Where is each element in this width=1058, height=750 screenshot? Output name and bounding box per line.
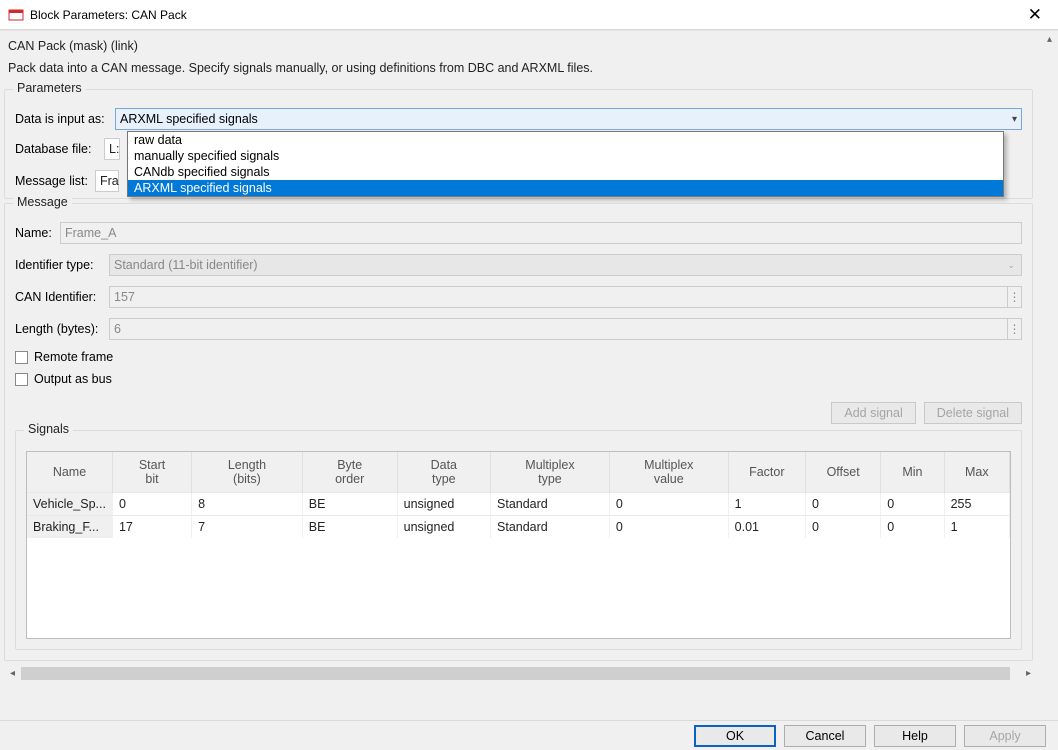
option-candb-specified[interactable]: CANdb specified signals bbox=[128, 164, 1003, 180]
close-button[interactable]: ✕ bbox=[1020, 5, 1050, 25]
cell-dtype[interactable]: unsigned bbox=[397, 516, 490, 539]
cell-factor[interactable]: 1 bbox=[728, 493, 805, 516]
remote-frame-checkbox[interactable] bbox=[15, 351, 28, 364]
output-as-bus-checkbox[interactable] bbox=[15, 373, 28, 386]
window-title: Block Parameters: CAN Pack bbox=[30, 8, 187, 22]
mask-link-text: CAN Pack (mask) (link) bbox=[8, 39, 1033, 53]
length-more-button[interactable]: ⋮ bbox=[1008, 318, 1022, 340]
option-arxml-specified[interactable]: ARXML specified signals bbox=[128, 180, 1003, 196]
col-offset[interactable]: Offset bbox=[805, 452, 880, 493]
table-row[interactable]: Vehicle_Sp... 0 8 BE unsigned Standard 0… bbox=[27, 493, 1010, 516]
scroll-left-icon[interactable]: ◂ bbox=[4, 665, 21, 682]
cell-offset[interactable]: 0 bbox=[805, 493, 880, 516]
remote-frame-label: Remote frame bbox=[34, 350, 113, 364]
cell-max[interactable]: 255 bbox=[944, 493, 1009, 516]
parameters-group-label: Parameters bbox=[13, 81, 86, 95]
cancel-button[interactable]: Cancel bbox=[784, 725, 866, 747]
identifier-type-select: Standard (11-bit identifier) ⌄ bbox=[109, 254, 1022, 276]
col-multiplex-value[interactable]: Multiplexvalue bbox=[609, 452, 728, 493]
length-label: Length (bytes): bbox=[15, 322, 109, 336]
col-min[interactable]: Min bbox=[881, 452, 944, 493]
cell-name[interactable]: Braking_F... bbox=[27, 516, 112, 539]
scroll-track[interactable] bbox=[21, 665, 1020, 682]
can-identifier-value: 157 bbox=[114, 290, 135, 304]
cell-max[interactable]: 1 bbox=[944, 516, 1009, 539]
chevron-down-icon: ▾ bbox=[1012, 114, 1017, 125]
scroll-up-arrow[interactable]: ▴ bbox=[1041, 31, 1058, 48]
message-group-label: Message bbox=[13, 195, 72, 209]
col-max[interactable]: Max bbox=[944, 452, 1009, 493]
cell-factor[interactable]: 0.01 bbox=[728, 516, 805, 539]
col-start-bit[interactable]: Startbit bbox=[112, 452, 191, 493]
signals-table[interactable]: Name Startbit Length(bits) Byteorder Dat… bbox=[26, 451, 1011, 639]
cell-offset[interactable]: 0 bbox=[805, 516, 880, 539]
data-input-as-dropdown[interactable]: ARXML specified signals ▾ bbox=[115, 108, 1022, 130]
col-factor[interactable]: Factor bbox=[728, 452, 805, 493]
add-signal-button[interactable]: Add signal bbox=[831, 402, 915, 424]
cell-name[interactable]: Vehicle_Sp... bbox=[27, 493, 112, 516]
col-length-bits[interactable]: Length(bits) bbox=[192, 452, 303, 493]
col-name[interactable]: Name bbox=[27, 452, 112, 493]
name-value: Frame_A bbox=[65, 226, 116, 240]
cell-len[interactable]: 7 bbox=[192, 516, 303, 539]
horizontal-scrollbar[interactable]: ◂ ▸ bbox=[4, 665, 1037, 682]
message-list-field-edge[interactable]: Fra bbox=[95, 170, 119, 192]
output-as-bus-label: Output as bus bbox=[34, 372, 112, 386]
col-byte-order[interactable]: Byteorder bbox=[302, 452, 397, 493]
signals-table-empty-space bbox=[27, 538, 1010, 638]
cell-start[interactable]: 17 bbox=[112, 516, 191, 539]
data-input-as-options-popup[interactable]: raw data manually specified signals CANd… bbox=[127, 131, 1004, 197]
name-field: Frame_A bbox=[60, 222, 1022, 244]
message-list-prefix: Fra bbox=[100, 174, 119, 188]
option-manually-specified[interactable]: manually specified signals bbox=[128, 148, 1003, 164]
window-icon bbox=[8, 7, 24, 23]
data-input-as-label: Data is input as: bbox=[15, 112, 115, 126]
option-raw-data[interactable]: raw data bbox=[128, 132, 1003, 148]
can-identifier-label: CAN Identifier: bbox=[15, 290, 109, 304]
ok-button[interactable]: OK bbox=[694, 725, 776, 747]
cell-order[interactable]: BE bbox=[302, 493, 397, 516]
cell-min[interactable]: 0 bbox=[881, 493, 944, 516]
col-data-type[interactable]: Datatype bbox=[397, 452, 490, 493]
col-multiplex-type[interactable]: Multiplextype bbox=[491, 452, 610, 493]
data-input-as-value: ARXML specified signals bbox=[120, 112, 258, 126]
cell-min[interactable]: 0 bbox=[881, 516, 944, 539]
signals-group-label: Signals bbox=[24, 422, 73, 436]
cell-muxv[interactable]: 0 bbox=[609, 493, 728, 516]
help-button[interactable]: Help bbox=[874, 725, 956, 747]
cell-mux[interactable]: Standard bbox=[491, 516, 610, 539]
identifier-type-value: Standard (11-bit identifier) bbox=[114, 258, 258, 272]
length-field: 6 bbox=[109, 318, 1008, 340]
cell-start[interactable]: 0 bbox=[112, 493, 191, 516]
can-identifier-more-button[interactable]: ⋮ bbox=[1008, 286, 1022, 308]
database-file-prefix: L: bbox=[109, 142, 119, 156]
apply-button[interactable]: Apply bbox=[964, 725, 1046, 747]
database-file-field-edge[interactable]: L: bbox=[104, 138, 120, 160]
scroll-right-icon[interactable]: ▸ bbox=[1020, 665, 1037, 682]
cell-dtype[interactable]: unsigned bbox=[397, 493, 490, 516]
cell-order[interactable]: BE bbox=[302, 516, 397, 539]
delete-signal-button[interactable]: Delete signal bbox=[924, 402, 1022, 424]
name-label: Name: bbox=[15, 226, 60, 240]
table-row[interactable]: Braking_F... 17 7 BE unsigned Standard 0… bbox=[27, 516, 1010, 539]
block-description: Pack data into a CAN message. Specify si… bbox=[8, 61, 1033, 75]
message-list-label: Message list: bbox=[15, 174, 95, 188]
identifier-type-label: Identifier type: bbox=[15, 258, 109, 272]
scroll-thumb[interactable] bbox=[21, 667, 1010, 680]
chevron-down-icon: ⌄ bbox=[1007, 260, 1015, 271]
length-value: 6 bbox=[114, 322, 121, 336]
cell-muxv[interactable]: 0 bbox=[609, 516, 728, 539]
can-identifier-field: 157 bbox=[109, 286, 1008, 308]
database-file-label: Database file: bbox=[15, 142, 104, 156]
cell-len[interactable]: 8 bbox=[192, 493, 303, 516]
cell-mux[interactable]: Standard bbox=[491, 493, 610, 516]
